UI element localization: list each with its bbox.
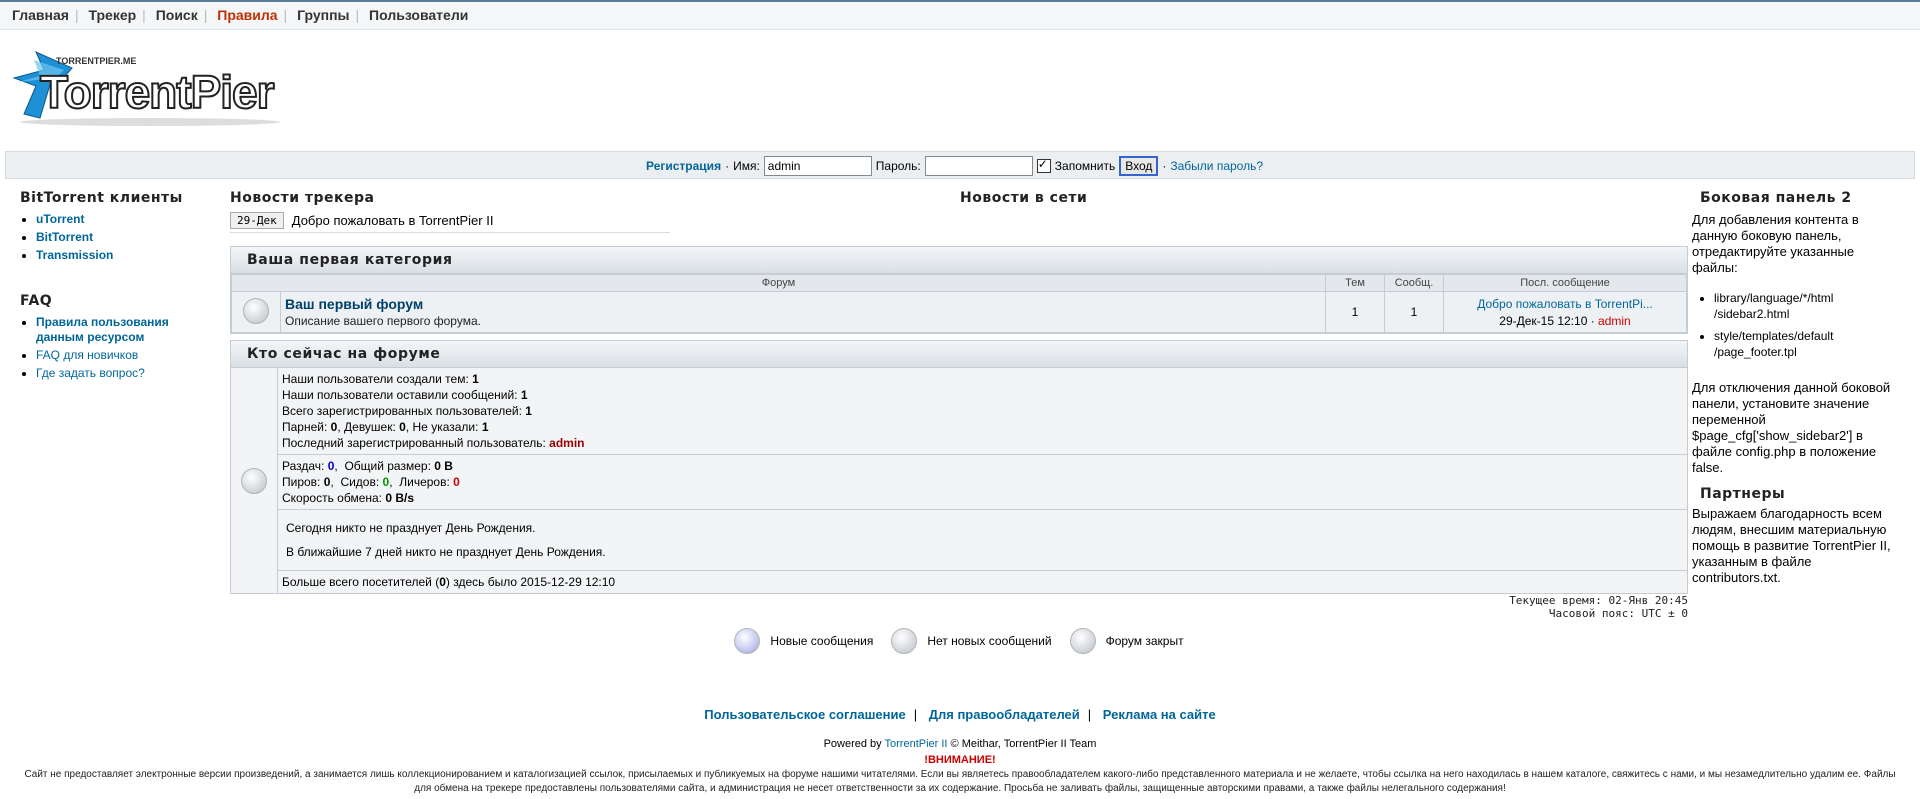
who-online-title: Кто сейчас на форуме: [231, 341, 1687, 368]
col-topics: Тем: [1325, 274, 1385, 292]
remember-checkbox[interactable]: [1036, 157, 1051, 173]
forgot-password-link[interactable]: Забыли пароль?: [1170, 159, 1263, 173]
faq-rules[interactable]: Правила пользования данным ресурсом: [36, 315, 169, 344]
footer-copyright-holders[interactable]: Для правообладателей: [929, 707, 1080, 722]
remember-label: Запомнить: [1054, 159, 1116, 173]
sidebar2-title: Боковая панель 2: [1700, 190, 1852, 206]
right-sidebar: Боковая панель 2 Для добавления контента…: [1692, 190, 1902, 586]
sidebar2-disable-text: Для отключения данной боковой панели, ус…: [1692, 380, 1891, 475]
news-item: 29-Дек Добро пожаловать в TorrentPier II: [230, 212, 493, 229]
faq-list: Правила пользования данным ресурсом FAQ …: [20, 315, 220, 381]
powered-link[interactable]: TorrentPier II: [885, 738, 948, 750]
faq-title: FAQ: [20, 293, 53, 309]
news-date: 29-Дек: [230, 212, 284, 229]
stat-users: 1: [525, 404, 532, 418]
time-zone: Часовой пояс: UTC ± 0: [1548, 607, 1688, 620]
birthday-week: В ближайшие 7 дней никто не празднует Де…: [286, 545, 606, 559]
icon-legend: Новые сообщения Нет новых сообщений Фору…: [230, 628, 1688, 654]
client-transmission[interactable]: Transmission: [36, 248, 113, 262]
stats-icon: [241, 467, 267, 494]
no-new-posts-icon: [891, 628, 918, 654]
partners-text: Выражаем благодарность всем людям, внесш…: [1692, 506, 1891, 585]
forum-table: Форум Тем Сообщ. Посл. сообщение Ваш пер…: [231, 274, 1687, 333]
faq-ask[interactable]: Где задать вопрос?: [36, 366, 145, 380]
last-post-date: 29-Дек-15 12:10: [1499, 313, 1588, 328]
client-bittorrent[interactable]: BitTorrent: [36, 230, 93, 244]
nav-rules[interactable]: Правила: [217, 7, 277, 23]
name-label: Имя:: [733, 159, 760, 173]
logo-big-text: TorrentPier: [40, 66, 275, 118]
faq-newbies[interactable]: FAQ для новичков: [36, 348, 138, 362]
last-post-user[interactable]: admin: [1598, 314, 1631, 328]
col-posts: Сообщ.: [1384, 274, 1444, 292]
col-forum: Форум: [231, 274, 1326, 292]
time-info: Текущее время: 02-Янв 20:45 Часовой пояс…: [1509, 594, 1688, 620]
login-bar: Регистрация · Имя: Пароль: Запомнить Вхо…: [5, 151, 1915, 179]
nav-groups[interactable]: Группы: [297, 7, 349, 23]
table-row: Ваш первый форум Описание вашего первого…: [231, 291, 1687, 333]
net-news-title: Новости в сети: [960, 190, 1088, 206]
forum-posts-count: 1: [1384, 291, 1444, 333]
col-last-post: Посл. сообщение: [1443, 274, 1687, 292]
password-label: Пароль:: [875, 159, 921, 173]
forum-link[interactable]: Ваш первый форум: [285, 296, 1324, 312]
forum-locked-icon: [1069, 628, 1096, 654]
top-nav: Главная | Трекер | Поиск | Правила | Группы |…: [12, 7, 469, 23]
powered-by: Powered by TorrentPier II © Meithar, Tor…: [823, 738, 1097, 750]
new-posts-icon: [734, 628, 761, 654]
tracker-news-title: Новости трекера: [230, 190, 375, 206]
category-panel: Ваша первая категория Форум Тем Сообщ. П…: [230, 246, 1688, 334]
nav-tracker[interactable]: Трекер: [88, 7, 136, 23]
sidebar2-text: Для добавления контента в данную боковую…: [1692, 212, 1859, 275]
last-registered-user[interactable]: admin: [549, 436, 584, 450]
max-visitors: Больше всего посетителей (0) здесь было …: [282, 575, 616, 589]
birthday-today: Сегодня никто не празднует День Рождения…: [286, 521, 536, 535]
nav-home[interactable]: Главная: [12, 7, 69, 23]
warning-text: !ВНИМАНИЕ!: [924, 754, 996, 766]
site-logo[interactable]: TORRENTPIER.ME TorrentPier: [10, 48, 310, 128]
footer-links: Пользовательское соглашение | Для правооб…: [704, 707, 1216, 722]
nav-search[interactable]: Поиск: [156, 7, 198, 23]
clients-list: uTorrent BitTorrent Transmission: [20, 212, 220, 263]
client-utorrent[interactable]: uTorrent: [36, 212, 84, 226]
category-title[interactable]: Ваша первая категория: [231, 247, 1687, 274]
top-navigation-bar: Главная | Трекер | Поиск | Правила | Группы |…: [0, 0, 1920, 30]
username-input[interactable]: [763, 156, 872, 176]
stat-posts: 1: [520, 388, 528, 402]
register-link[interactable]: Регистрация: [646, 159, 721, 173]
last-post-link[interactable]: Добро пожаловать в TorrentPi...: [1445, 297, 1685, 311]
who-online-panel: Кто сейчас на форуме Наши пользователи с…: [230, 340, 1688, 594]
left-sidebar: BitTorrent клиенты uTorrent BitTorrent T…: [20, 190, 220, 384]
clients-title: BitTorrent клиенты: [20, 190, 183, 206]
forum-status-icon: [243, 297, 269, 324]
footer-user-agreement[interactable]: Пользовательское соглашение: [704, 707, 905, 722]
nav-users[interactable]: Пользователи: [369, 7, 468, 23]
forum-topics-count: 1: [1325, 291, 1385, 333]
current-time: Текущее время: 02-Янв 20:45: [1509, 594, 1688, 607]
forum-description: Описание вашего первого форума.: [285, 314, 481, 328]
partners-title: Партнеры: [1700, 486, 1786, 502]
password-input[interactable]: [924, 156, 1033, 176]
torrentpier-logo-icon: TORRENTPIER.ME TorrentPier: [12, 51, 280, 126]
logo-small-text: TORRENTPIER.ME: [56, 56, 136, 66]
stat-topics: 1: [472, 372, 479, 386]
footer-advertising[interactable]: Реклама на сайте: [1103, 707, 1216, 722]
sidebar2-files: library/language/*/html /sidebar2.html s…: [1692, 290, 1902, 360]
login-button[interactable]: Вход: [1119, 156, 1159, 176]
disclaimer: Сайт не предоставляет электронные версии…: [24, 769, 1896, 794]
news-text[interactable]: Добро пожаловать в TorrentPier II: [292, 213, 494, 228]
